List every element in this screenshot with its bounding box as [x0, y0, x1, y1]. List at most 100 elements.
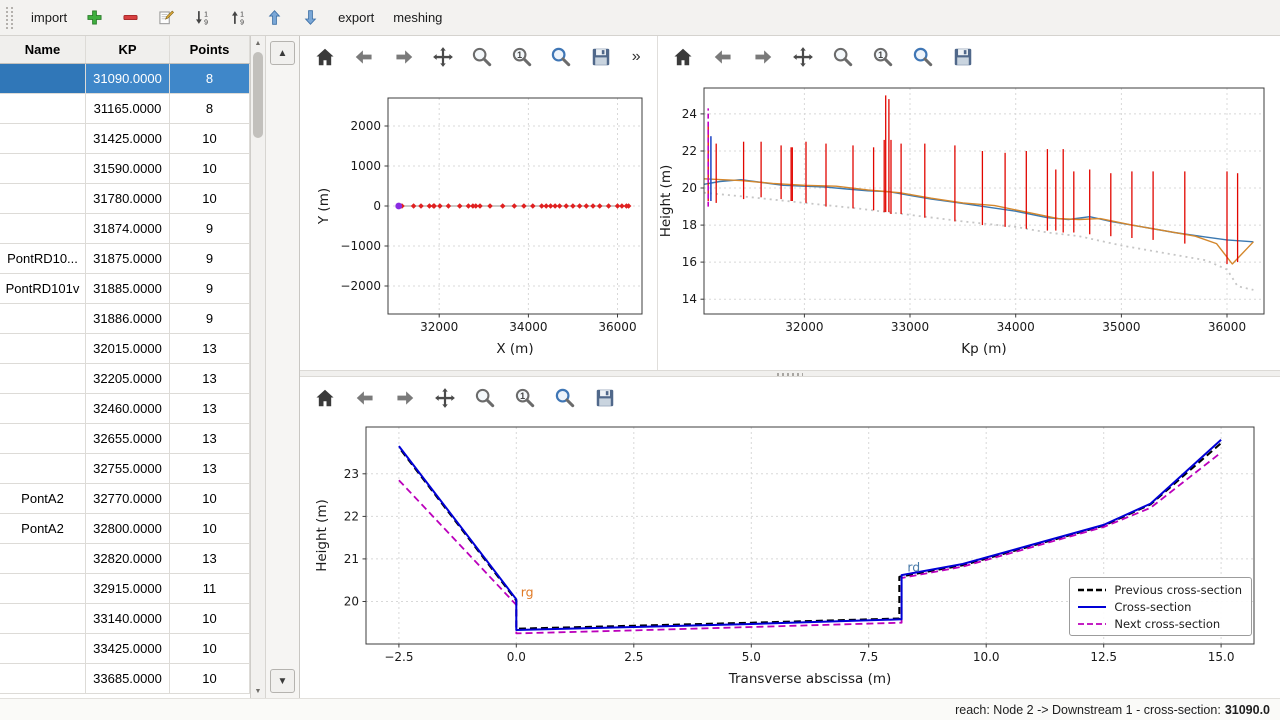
back-button[interactable]	[352, 385, 378, 411]
svg-text:5.0: 5.0	[742, 650, 761, 664]
table-scrollbar-up-icon[interactable]: ▲	[251, 36, 265, 50]
table-row[interactable]: 33140.000010	[0, 604, 250, 634]
legend-line-sample	[1077, 585, 1107, 595]
cell-kp: 31090.0000	[86, 64, 170, 93]
move-up-button[interactable]	[258, 4, 291, 32]
table-row[interactable]: 32460.000013	[0, 394, 250, 424]
sort-ascending-button[interactable]: 19	[186, 4, 219, 32]
plan-chart[interactable]: 320003400036000−2000−1000010002000X (m)Y…	[300, 78, 657, 370]
back-button[interactable]	[351, 44, 376, 70]
table-row[interactable]: 33685.000010	[0, 664, 250, 694]
remove-cross-section-button[interactable]	[114, 4, 147, 32]
table-row[interactable]: 31165.00008	[0, 94, 250, 124]
splitter-grip-icon[interactable]	[777, 373, 803, 376]
pan-button[interactable]	[790, 44, 816, 70]
table-row[interactable]: 31090.00008	[0, 64, 250, 94]
scroll-down-button[interactable]: ▼	[270, 669, 295, 693]
move-down-button[interactable]	[294, 4, 327, 32]
column-header-name[interactable]: Name	[0, 36, 86, 63]
zoom-original-button[interactable]: 1	[870, 44, 896, 70]
table-row[interactable]: 33425.000010	[0, 634, 250, 664]
export-button[interactable]: export	[330, 4, 382, 32]
table-row[interactable]: 32755.000013	[0, 454, 250, 484]
profile-chart[interactable]: 3200033000340003500036000141618202224Kp …	[658, 78, 1280, 370]
toolbar-overflow-button[interactable]: »	[627, 44, 645, 70]
table-row[interactable]: PontA232770.000010	[0, 484, 250, 514]
table-row[interactable]: PontRD10...31875.00009	[0, 244, 250, 274]
table-row[interactable]: 31886.00009	[0, 304, 250, 334]
zoom-button[interactable]	[472, 385, 498, 411]
table-row[interactable]: 32655.000013	[0, 424, 250, 454]
scroll-up-button[interactable]: ▲	[270, 41, 295, 65]
status-bar: reach: Node 2 -> Downstream 1 - cross-se…	[0, 698, 1280, 720]
zoom-button[interactable]	[470, 44, 495, 70]
cell-name	[0, 634, 86, 663]
legend-line-sample	[1077, 602, 1107, 612]
cell-name	[0, 394, 86, 423]
svg-text:Height (m): Height (m)	[658, 165, 674, 238]
table-row[interactable]: 31874.00009	[0, 214, 250, 244]
column-header-points[interactable]: Points	[170, 36, 250, 63]
sort-descending-button[interactable]: 19	[222, 4, 255, 32]
plan-chart-canvas[interactable]: 320003400036000−2000−1000010002000X (m)Y…	[300, 78, 657, 370]
save-figure-button[interactable]	[592, 385, 618, 411]
edit-cross-section-button[interactable]	[150, 4, 183, 32]
save-figure-button[interactable]	[950, 44, 976, 70]
home-button[interactable]	[670, 44, 696, 70]
forward-button[interactable]	[391, 44, 416, 70]
back-button[interactable]	[710, 44, 736, 70]
pan-button[interactable]	[430, 44, 455, 70]
zoom-original-button[interactable]: 1	[512, 385, 538, 411]
table-row[interactable]: 32015.000013	[0, 334, 250, 364]
pan-button[interactable]	[432, 385, 458, 411]
table-row[interactable]: 31780.000010	[0, 184, 250, 214]
table-row[interactable]: PontA232800.000010	[0, 514, 250, 544]
forward-button[interactable]	[392, 385, 418, 411]
table-row[interactable]: 32820.000013	[0, 544, 250, 574]
cell-points: 9	[170, 274, 250, 303]
save-icon	[590, 46, 612, 68]
svg-text:36000: 36000	[598, 320, 636, 334]
zoom-button[interactable]	[830, 44, 856, 70]
profile-chart-canvas[interactable]: 3200033000340003500036000141618202224Kp …	[658, 78, 1280, 370]
table-scrollbar[interactable]: ▲ ▼	[251, 36, 266, 698]
table-scrollbar-thumb[interactable]	[253, 52, 263, 138]
horizontal-splitter[interactable]	[300, 370, 1280, 377]
svg-text:1: 1	[204, 11, 208, 18]
cross-sections-panel: NameKPPoints 31090.0000831165.0000831425…	[0, 36, 300, 698]
cell-kp: 33685.0000	[86, 664, 170, 693]
panel-side-strip: ▲ ▼	[266, 36, 299, 698]
import-button[interactable]: import	[23, 4, 75, 32]
table-row[interactable]: 32205.000013	[0, 364, 250, 394]
table-row[interactable]: 31425.000010	[0, 124, 250, 154]
zoom-region-button[interactable]	[549, 44, 574, 70]
home-button[interactable]	[312, 44, 337, 70]
save-figure-button[interactable]	[588, 44, 613, 70]
table-scrollbar-down-icon[interactable]: ▼	[251, 684, 265, 698]
table-row[interactable]: 31590.000010	[0, 154, 250, 184]
zoom-one-icon: 1	[514, 387, 536, 409]
svg-text:Height (m): Height (m)	[314, 499, 330, 572]
toolbar-grip[interactable]	[6, 7, 13, 29]
cell-kp: 32800.0000	[86, 514, 170, 543]
column-header-kp[interactable]: KP	[86, 36, 170, 63]
status-current-cross-section: 31090.0	[1225, 703, 1270, 717]
table-row[interactable]: 32915.000011	[0, 574, 250, 604]
forward-button[interactable]	[750, 44, 776, 70]
zoom-original-button[interactable]: 1	[509, 44, 534, 70]
table-row[interactable]: PontRD101v31885.00009	[0, 274, 250, 304]
svg-text:rg: rg	[521, 584, 534, 599]
legend: Previous cross-sectionCross-sectionNext …	[1069, 577, 1252, 636]
cross-section-chart[interactable]: rgrd−2.50.02.55.07.510.012.515.020212223…	[300, 419, 1280, 698]
svg-text:2000: 2000	[350, 119, 381, 133]
cell-points: 10	[170, 124, 250, 153]
zoom-region-button[interactable]	[910, 44, 936, 70]
zoom-region-button[interactable]	[552, 385, 578, 411]
home-button[interactable]	[312, 385, 338, 411]
cell-name	[0, 364, 86, 393]
add-cross-section-button[interactable]	[78, 4, 111, 32]
cell-name	[0, 424, 86, 453]
cross-section-chart-canvas[interactable]: rgrd−2.50.02.55.07.510.012.515.020212223…	[300, 419, 1280, 698]
meshing-button[interactable]: meshing	[385, 4, 450, 32]
zoom-one-icon: 1	[872, 46, 894, 68]
